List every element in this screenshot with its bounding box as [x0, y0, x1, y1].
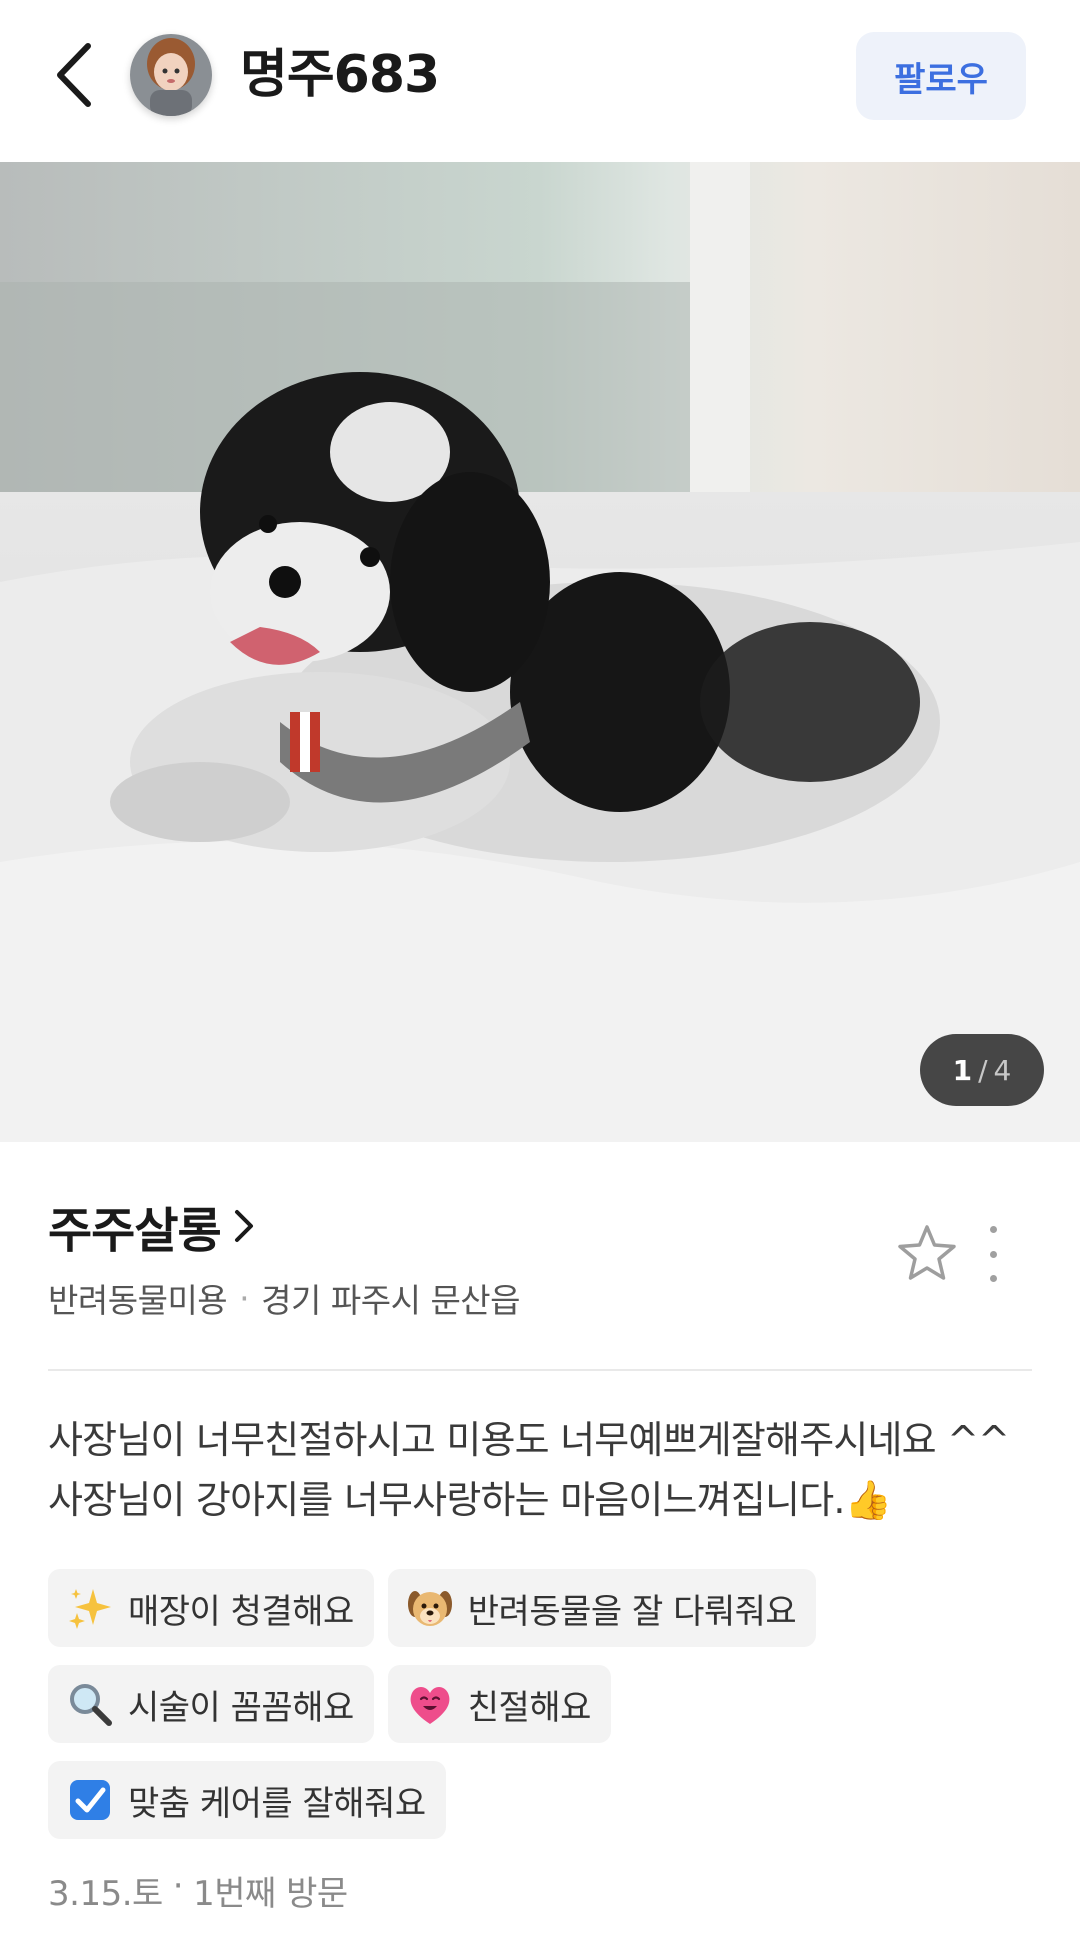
- visit-separator: ·: [172, 1866, 184, 1906]
- chevron-left-icon: [57, 43, 91, 107]
- dot-icon: [989, 1226, 997, 1233]
- tag-custom-care: 맞춤 케어를 잘해줘요: [48, 1761, 446, 1839]
- photo-counter: 1 / 4: [920, 1034, 1044, 1106]
- tag-label: 매장이 청결해요: [128, 1591, 354, 1632]
- tag-clean: 매장이 청결해요: [48, 1569, 374, 1647]
- back-button[interactable]: [44, 36, 104, 114]
- star-icon: [898, 1225, 956, 1280]
- photo-current: 1: [952, 1053, 973, 1087]
- follow-button[interactable]: 팔로우: [856, 32, 1026, 120]
- heart-face-icon: [406, 1680, 454, 1728]
- dot-icon: [989, 1250, 997, 1258]
- chevron-right-icon: [234, 1210, 253, 1242]
- more-options-button[interactable]: [980, 1226, 1006, 1282]
- visit-count: 1번째 방문: [193, 1874, 348, 1914]
- shop-category: 반려동물미용: [48, 1281, 228, 1320]
- dot-icon: [989, 1275, 997, 1282]
- sparkles-icon: [66, 1584, 114, 1632]
- avatar[interactable]: [130, 34, 212, 116]
- visit-date: 3.15.토: [48, 1874, 163, 1914]
- review-text: 사장님이 너무친절하시고 미용도 너무예쁘게잘해주시네요 ^^ 사장님이 강아지…: [48, 1418, 1010, 1522]
- magnifier-icon: [66, 1680, 114, 1728]
- tag-handles-pets: 반려동물을 잘 다뤄줘요: [387, 1569, 817, 1647]
- tag-thorough: 시술이 꼼꼼해요: [48, 1665, 374, 1743]
- tag-label: 맞춤 케어를 잘해줘요: [128, 1783, 426, 1824]
- visit-info: 3.15.토 · 1번째 방문: [48, 1866, 348, 1915]
- shop-name[interactable]: 주주살롱: [48, 1191, 222, 1261]
- tag-label: 반려동물을 잘 다뤄줘요: [467, 1591, 797, 1632]
- bookmark-star-button[interactable]: [896, 1222, 958, 1284]
- meta-separator: ·: [239, 1278, 250, 1318]
- shop-location: 경기 파주시 문산읍: [261, 1281, 521, 1320]
- tag-label: 시술이 꼼꼼해요: [128, 1687, 354, 1728]
- shop-link[interactable]: 주주살롱: [48, 1196, 1032, 1259]
- photo-separator: /: [978, 1053, 988, 1087]
- photo-total: 4: [993, 1053, 1012, 1087]
- username[interactable]: 명주683: [240, 40, 440, 110]
- dog-face-icon: [406, 1584, 454, 1632]
- divider: [48, 1369, 1032, 1371]
- keyword-tags: 매장이 청결해요 반려동물을 잘 다뤄줘요 시술이 꼼꼼해요 친절해요 맞춤 케…: [48, 1569, 1038, 1857]
- top-bar: 명주683 팔로우: [0, 0, 1080, 162]
- tag-kind: 친절해요: [387, 1665, 611, 1743]
- check-box-icon: [66, 1776, 114, 1824]
- tag-label: 친절해요: [467, 1687, 592, 1728]
- shop-meta: 반려동물미용 · 경기 파주시 문산읍: [48, 1274, 1032, 1322]
- review-photo[interactable]: 1 / 4: [0, 162, 1080, 1142]
- avatar-image: [130, 34, 212, 116]
- dog-photo-image: [0, 162, 1080, 1142]
- shop-info: 주주살롱 반려동물미용 · 경기 파주시 문산읍: [48, 1196, 1032, 1322]
